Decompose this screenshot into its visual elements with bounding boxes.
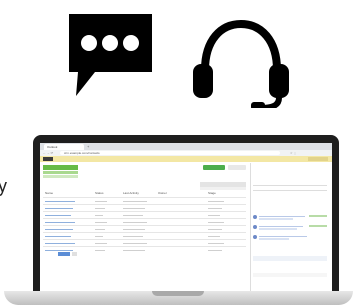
cell-text-placeholder: [123, 207, 145, 209]
cell-text-placeholder: [123, 249, 145, 251]
pagination-next[interactable]: [72, 252, 77, 256]
activity-line: [259, 215, 305, 218]
avatar: [253, 235, 257, 239]
cell-text-placeholder: [208, 200, 224, 202]
module-nav-item[interactable]: [43, 171, 78, 174]
pagination-current[interactable]: [58, 252, 70, 256]
app-logo: [43, 157, 53, 161]
cell-text-placeholder: [45, 242, 75, 244]
cell-text-placeholder: [45, 249, 73, 251]
activity-line: [259, 228, 297, 230]
table-header-cell[interactable]: Last Activity: [123, 191, 139, 195]
avatar: [253, 225, 257, 229]
table-header-cell[interactable]: Name: [45, 191, 53, 195]
table-header-cell[interactable]: Status: [95, 191, 104, 195]
browser-menu-buttons[interactable]: ☆ ⋮: [290, 151, 328, 155]
cell-text-placeholder: [123, 214, 143, 216]
cell-text-placeholder: [45, 207, 73, 209]
laptop-notch: [152, 291, 204, 296]
partial-caption-text: y: [0, 176, 7, 196]
app-header: [40, 156, 332, 162]
cell-text-placeholder: [208, 207, 222, 209]
cell-text-placeholder: [45, 228, 73, 230]
avatar: [253, 215, 257, 219]
actions-button[interactable]: [228, 165, 246, 170]
speech-bubble-ellipsis-icon: [69, 14, 152, 96]
activity-line: [259, 235, 307, 238]
cell-text-placeholder: [95, 228, 105, 230]
cell-text-placeholder: [45, 214, 71, 216]
laptop-screen: Outlook + ← → ⟳ crm.example.com/contacts…: [40, 143, 332, 291]
activity-line: [259, 218, 293, 220]
cell-text-placeholder: [208, 214, 220, 216]
cell-text-placeholder: [208, 235, 220, 237]
cell-text-placeholder: [208, 249, 222, 251]
cell-text-placeholder: [45, 221, 75, 223]
browser-tab-label: Outlook: [47, 146, 58, 149]
cell-text-placeholder: [95, 242, 107, 244]
activity-item[interactable]: [253, 235, 327, 244]
notes-section-header[interactable]: [253, 256, 327, 261]
cell-text-placeholder: [95, 221, 107, 223]
cell-text-placeholder: [123, 242, 147, 244]
tasks-section-header[interactable]: [253, 273, 327, 277]
browser-nav-buttons[interactable]: ← → ⟳: [43, 151, 57, 155]
new-record-button[interactable]: [203, 165, 225, 170]
user-menu[interactable]: [308, 157, 328, 161]
activity-line: [259, 238, 289, 240]
activity-tag: [309, 215, 327, 217]
activity-item[interactable]: [253, 225, 327, 234]
cell-text-placeholder: [45, 235, 71, 237]
table-filter[interactable]: [200, 187, 246, 190]
activity-line: [259, 225, 303, 228]
cell-text-placeholder: [95, 249, 105, 251]
cell-text-placeholder: [123, 221, 147, 223]
activity-tag: [309, 225, 327, 227]
module-nav-active[interactable]: [43, 165, 78, 170]
cell-text-placeholder: [123, 200, 147, 202]
module-nav-item[interactable]: [43, 175, 78, 178]
cell-text-placeholder: [123, 235, 143, 237]
cell-text-placeholder: [95, 214, 103, 216]
divider: [253, 190, 327, 191]
table-header-cell[interactable]: Owner: [158, 191, 167, 195]
address-bar-url: crm.example.com/contacts: [64, 151, 100, 155]
activity-item[interactable]: [253, 215, 327, 224]
cell-text-placeholder: [208, 242, 224, 244]
cell-text-placeholder: [208, 228, 222, 230]
cell-text-placeholder: [208, 221, 224, 223]
cell-text-placeholder: [95, 235, 103, 237]
cell-text-placeholder: [123, 228, 145, 230]
cell-text-placeholder: [95, 200, 107, 202]
table-header-cell[interactable]: Stage: [208, 191, 216, 195]
cell-text-placeholder: [95, 207, 105, 209]
cell-text-placeholder: [45, 200, 75, 202]
divider: [253, 185, 327, 186]
headset-icon: [193, 19, 289, 108]
